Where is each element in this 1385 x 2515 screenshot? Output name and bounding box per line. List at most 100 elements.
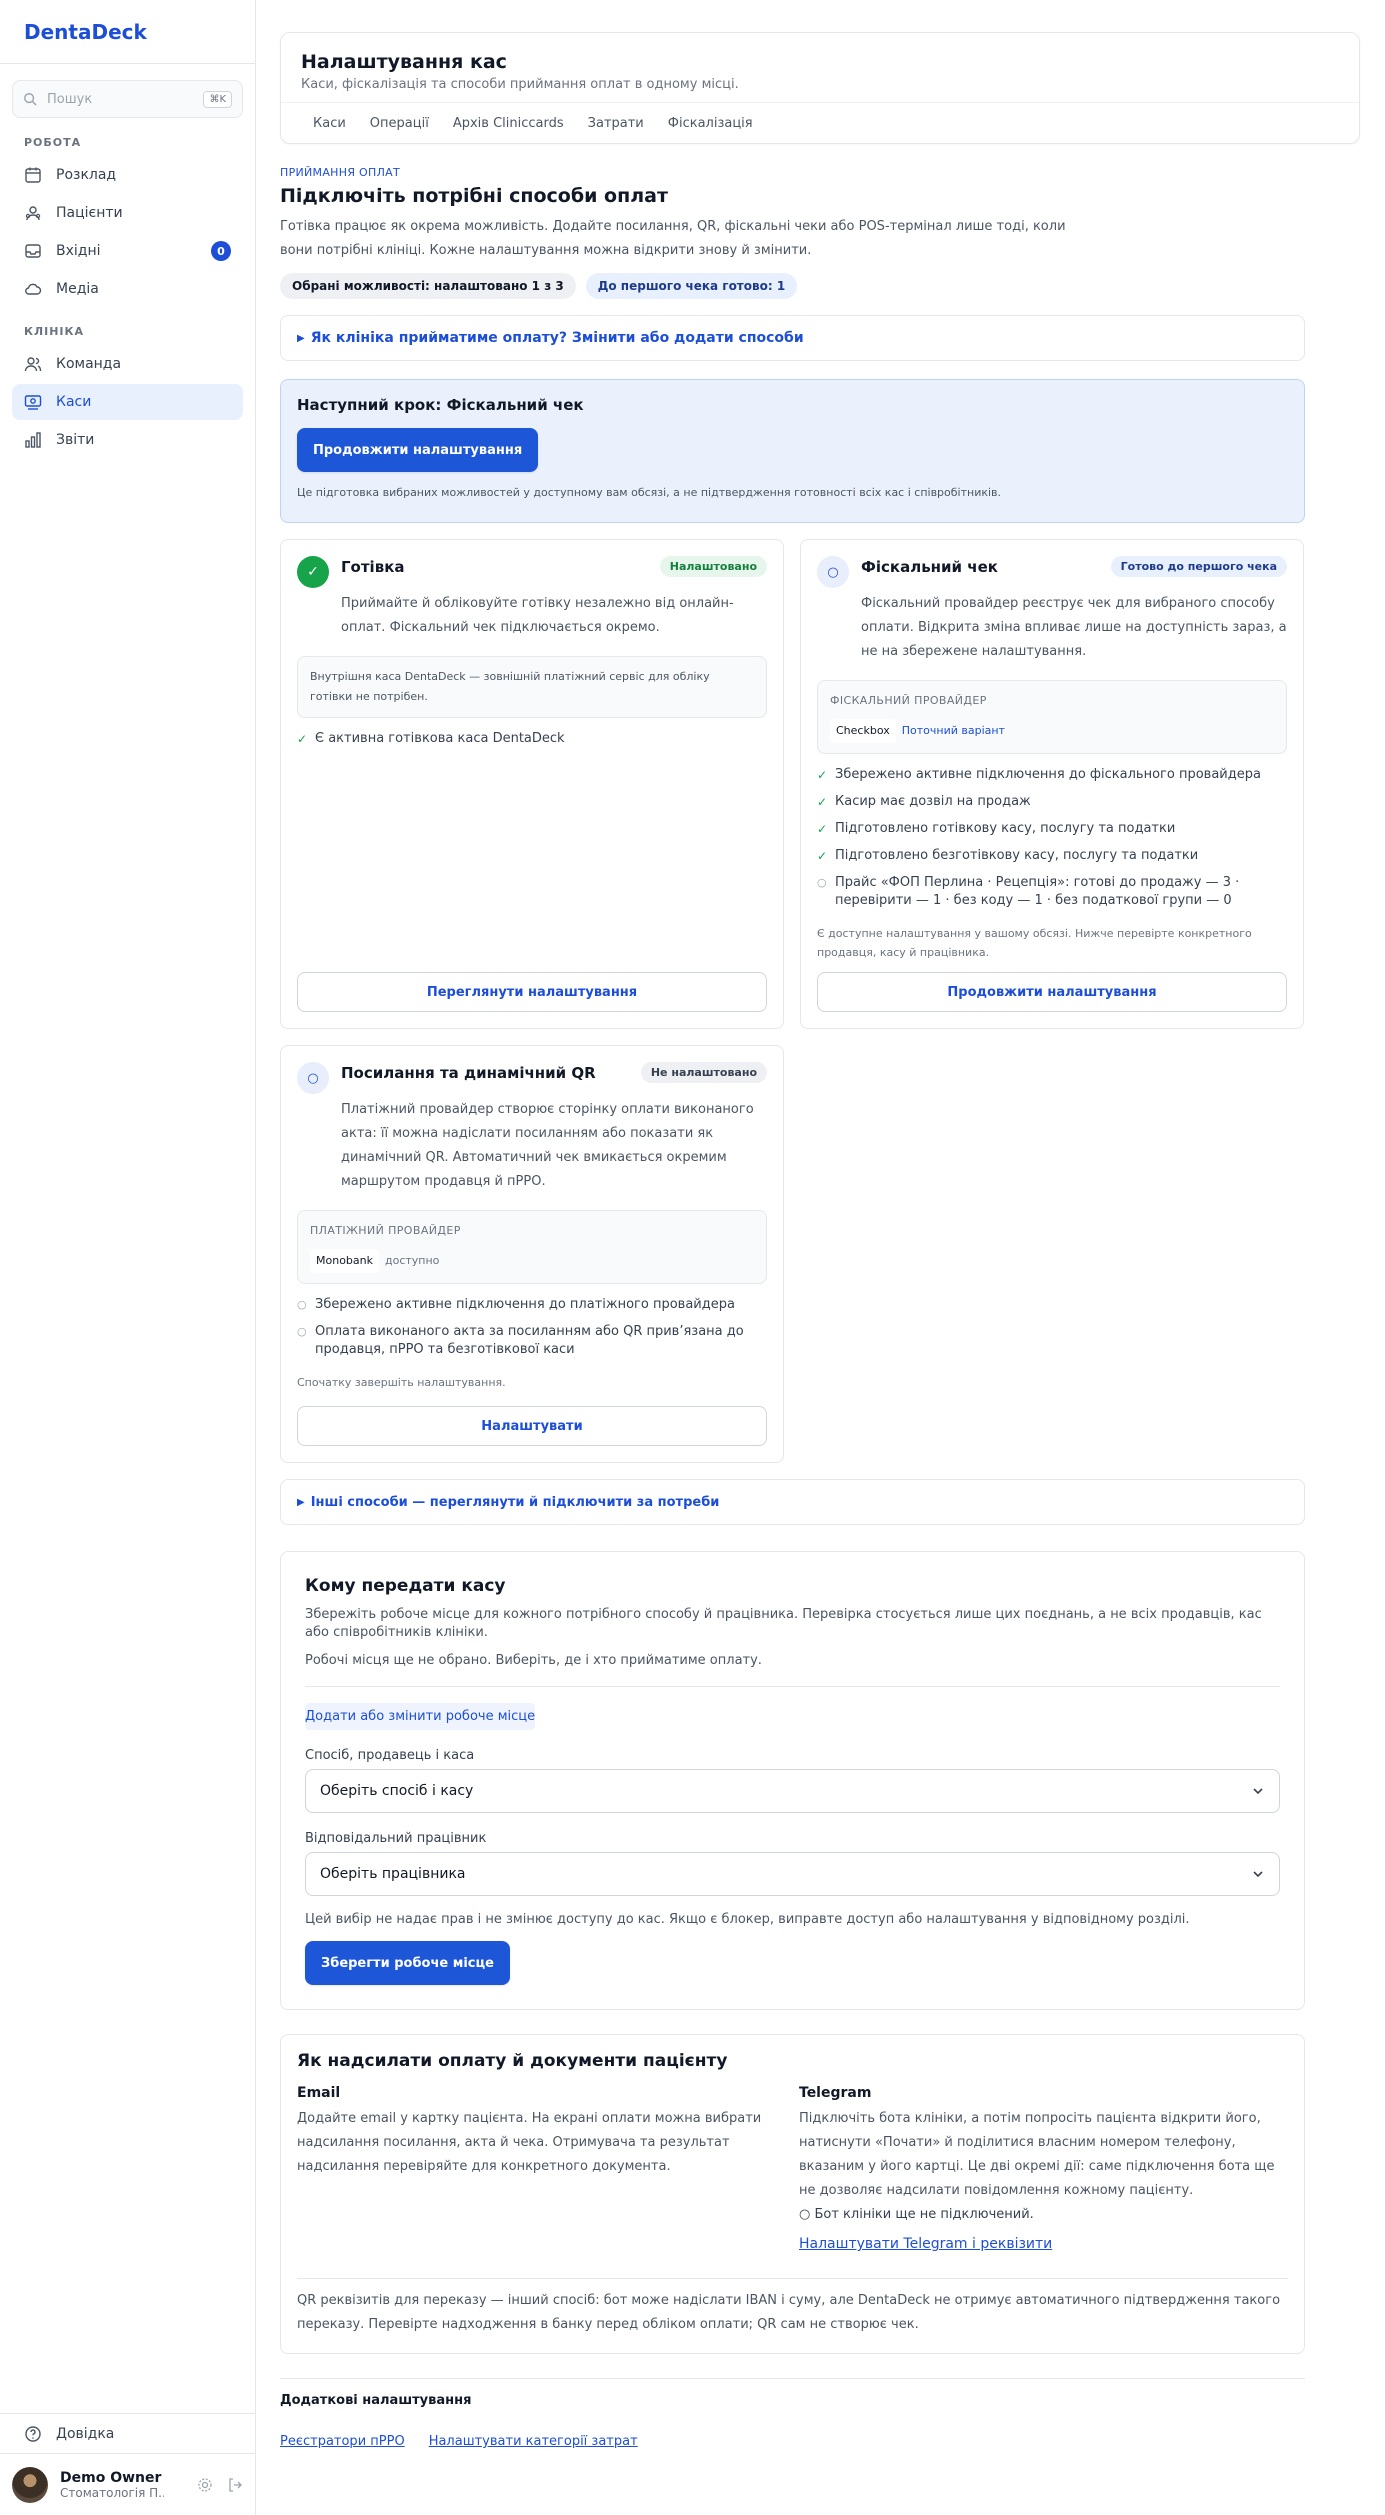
bot-status: ○ Бот клініки ще не підключений. <box>799 2207 1034 2222</box>
cash-card-description: Приймайте й обліковуйте готівку незалежн… <box>341 596 734 635</box>
qr-card-title: Посилання та динамічний QR <box>341 1064 596 1082</box>
provider-option-monobank[interactable]: Monobank <box>310 1249 379 1273</box>
provider-option-checkbox[interactable]: Checkbox <box>830 719 896 743</box>
qr-card-description: Платіжний провайдер створює сторінку опл… <box>341 1102 754 1189</box>
provider-label: ПЛАТІЖНИЙ ПРОВАЙДЕР <box>310 1224 461 1237</box>
sidebar-bottom: Довідка Demo Owner Стоматологія П... <box>0 2413 255 2515</box>
section-label-clinic: КЛІНІКА <box>24 325 85 338</box>
method-cashbox-select[interactable]: Оберіть спосіб і касу <box>305 1769 1280 1813</box>
continue-setup-button[interactable]: Продовжити налаштування <box>297 428 539 472</box>
sidebar-item-label: Команда <box>56 356 122 372</box>
checklist-text: Підготовлено готівкову касу, послугу та … <box>835 821 1176 836</box>
continue-fiscal-button[interactable]: Продовжити налаштування <box>817 972 1287 1012</box>
check-icon: ✓ <box>817 768 828 782</box>
sidebar-item-schedule[interactable]: Розклад <box>12 157 243 193</box>
provider-current-note: Поточний варіант <box>901 724 1005 737</box>
qr-card: ○ Посилання та динамічний QR Не налаштов… <box>280 1045 784 1463</box>
method-field-label: Спосіб, продавець і каса <box>305 1748 475 1763</box>
checklist-text: Підготовлено безготівкову касу, послугу … <box>835 848 1199 863</box>
extra-settings: Додаткові налаштування Реєстратори пРРО … <box>280 2378 1305 2449</box>
section-label-work: РОБОТА <box>24 136 82 149</box>
search-placeholder: Пошук <box>47 91 93 107</box>
other-methods-label: Інші способи — переглянути й підключити … <box>310 1494 720 1510</box>
sidebar-item-team[interactable]: Команда <box>12 346 243 382</box>
checklist-text: Оплата виконаного акта за посиланням або… <box>315 1324 744 1357</box>
checklist-text: Збережено активне підключення до фіскаль… <box>835 767 1261 782</box>
empty-circle-icon: ○ <box>297 1298 307 1311</box>
expense-categories-link[interactable]: Налаштувати категорії затрат <box>429 2434 638 2449</box>
payment-provider-box: ПЛАТІЖНИЙ ПРОВАЙДЕР Monobank доступно <box>297 1210 767 1284</box>
pending-circle-icon: ○ <box>297 1062 329 1094</box>
assign-title: Кому передати касу <box>305 1576 506 1596</box>
status-badge: Не налаштовано <box>640 1062 767 1083</box>
sidebar-item-reports[interactable]: Звіти <box>12 422 243 458</box>
telegram-title: Telegram <box>799 2085 872 2101</box>
configure-qr-button[interactable]: Налаштувати <box>297 1406 767 1446</box>
help-label: Довідка <box>56 2425 115 2442</box>
tab-archive[interactable]: Архів Cliniccards <box>441 103 576 143</box>
checklist-text: Прайс «ФОП Перлина · Рецепція»: готові д… <box>835 875 1240 908</box>
telegram-text: Підключіть бота клініки, а потім попросі… <box>799 2111 1275 2198</box>
change-methods-toggle[interactable]: ▶ Як клініка прийматиме оплату? Змінити … <box>280 315 1305 361</box>
checklist-item-pending: ○ Оплата виконаного акта за посиланням аб… <box>297 1323 767 1359</box>
disclosure-triangle-icon: ▶ <box>297 1496 305 1508</box>
assign-workplace-card: Кому передати касу Збережіть робоче місц… <box>280 1551 1305 2010</box>
employee-field-label: Відповідальний працівник <box>305 1831 487 1846</box>
tab-expenses[interactable]: Затрати <box>576 103 656 143</box>
tab-fiscalization[interactable]: Фіскалізація <box>656 103 765 143</box>
fiscal-card: ○ Фіскальний чек Готово до першого чека … <box>800 539 1304 1029</box>
tab-cashboxes[interactable]: Каси <box>301 103 358 143</box>
sidebar-item-label: Розклад <box>56 167 117 183</box>
user-profile[interactable]: Demo Owner Стоматологія П... <box>0 2453 255 2515</box>
cashbox-icon <box>24 395 42 410</box>
chevron-down-icon <box>1253 1871 1263 1878</box>
cash-info-box: Внутрішня каса DentaDeck — зовнішній пла… <box>297 656 767 718</box>
qr-card-hint: Спочатку завершіть налаштування. <box>297 1376 506 1389</box>
checklist-item-pending: ○ Прайс «ФОП Перлина · Рецепція»: готові … <box>817 874 1287 910</box>
check-icon: ✓ <box>817 795 828 809</box>
avatar <box>12 2466 48 2503</box>
add-workplace-link[interactable]: Додати або змінити робоче місце <box>305 1703 536 1730</box>
search-icon <box>24 93 37 106</box>
sidebar-item-inbox[interactable]: Вхідні 0 <box>12 233 243 269</box>
fiscal-card-description: Фіскальний провайдер реєструє чек для ви… <box>861 596 1287 659</box>
provider-available-note: доступно <box>385 1254 440 1267</box>
team-icon <box>24 357 42 372</box>
search-input[interactable]: Пошук ⌘K <box>12 80 243 118</box>
save-workplace-button[interactable]: Зберегти робоче місце <box>305 1941 510 1985</box>
checklist-text: Збережено активне підключення до платіжн… <box>315 1297 735 1312</box>
check-icon: ✓ <box>817 822 828 836</box>
other-methods-toggle[interactable]: ▶ Інші способи — переглянути й підключит… <box>280 1479 1305 1525</box>
sidebar-item-cashboxes[interactable]: Каси <box>12 384 243 420</box>
checklist-item: ✓ Є активна готівкова каса DentaDeck <box>297 730 767 748</box>
inbox-icon <box>25 244 41 258</box>
selected-features-pill: Обрані можливості: налаштовано 1 з 3 <box>280 273 576 299</box>
email-text: Додайте email у картку пацієнта. На екра… <box>297 2111 762 2174</box>
provider-label: ФІСКАЛЬНИЙ ПРОВАЙДЕР <box>830 694 987 707</box>
status-badge: Налаштовано <box>659 556 767 577</box>
checklist-text: Є активна готівкова каса DentaDeck <box>315 731 565 746</box>
send-footer-note: QR реквізитів для переказу — інший спосі… <box>297 2278 1288 2337</box>
checklist-item: ✓ Касир має дозвіл на продаж <box>817 793 1287 811</box>
telegram-setup-link[interactable]: Налаштувати Telegram і реквізити <box>799 2236 1052 2252</box>
tab-operations[interactable]: Операції <box>358 103 441 143</box>
cash-card: ✓ Готівка Налаштовано Приймайте й обліко… <box>280 539 784 1029</box>
select-value: Оберіть працівника <box>320 1866 466 1882</box>
chevron-down-icon <box>1253 1788 1263 1795</box>
prro-registrars-link[interactable]: Реєстратори пРРО <box>280 2434 405 2449</box>
help-link[interactable]: Довідка <box>0 2413 255 2453</box>
divider <box>305 1686 1280 1687</box>
view-settings-button[interactable]: Переглянути налаштування <box>297 972 767 1012</box>
empty-circle-icon: ○ <box>297 1325 307 1338</box>
user-name: Demo Owner <box>60 2469 162 2486</box>
page-title: Налаштування кас <box>301 51 507 73</box>
logout-icon[interactable] <box>227 2477 243 2493</box>
sidebar-item-media[interactable]: Медіа <box>12 271 243 307</box>
settings-gear-icon[interactable] <box>197 2477 213 2493</box>
sidebar: DentaDeck Пошук ⌘K РОБОТА Розклад Пацієн… <box>0 0 256 2515</box>
sidebar-item-label: Пацієнти <box>56 205 123 221</box>
brand-logo[interactable]: DentaDeck <box>0 0 255 64</box>
employee-select[interactable]: Оберіть працівника <box>305 1852 1280 1896</box>
ready-pill: До першого чека готово: 1 <box>585 273 798 299</box>
sidebar-item-patients[interactable]: Пацієнти <box>12 195 243 231</box>
